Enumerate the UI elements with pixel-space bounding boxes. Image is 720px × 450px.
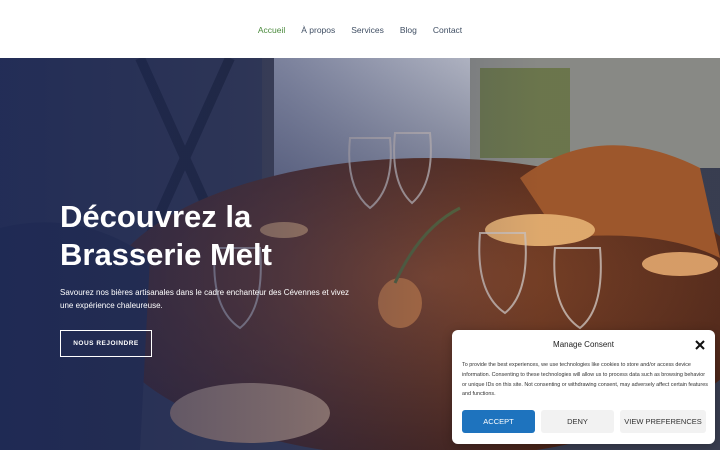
cookie-consent-dialog: Manage Consent To provide the best exper… bbox=[452, 330, 715, 444]
hero-subtitle: Savourez nos bières artisanales dans le … bbox=[60, 288, 350, 310]
join-us-button[interactable]: NOUS REJOINDRE bbox=[60, 330, 152, 357]
nav-menu: Accueil À propos Services Blog Contact bbox=[250, 20, 470, 38]
close-icon[interactable] bbox=[694, 338, 706, 350]
main-navigation: Accueil À propos Services Blog Contact bbox=[0, 0, 720, 58]
nav-item-accueil[interactable]: Accueil bbox=[258, 25, 285, 35]
view-preferences-button[interactable]: VIEW PREFERENCES bbox=[620, 410, 706, 433]
consent-title: Manage Consent bbox=[553, 340, 614, 349]
accept-button[interactable]: ACCEPT bbox=[462, 410, 535, 433]
nav-item-contact[interactable]: Contact bbox=[433, 25, 462, 35]
deny-button[interactable]: DENY bbox=[541, 410, 614, 433]
hero-title: Découvrez la Brasserie Melt bbox=[60, 199, 272, 272]
nav-item-blog[interactable]: Blog bbox=[400, 25, 417, 35]
nav-item-services[interactable]: Services bbox=[351, 25, 384, 35]
consent-description: To provide the best experiences, we use … bbox=[462, 362, 708, 398]
nav-item-a-propos[interactable]: À propos bbox=[301, 25, 335, 35]
